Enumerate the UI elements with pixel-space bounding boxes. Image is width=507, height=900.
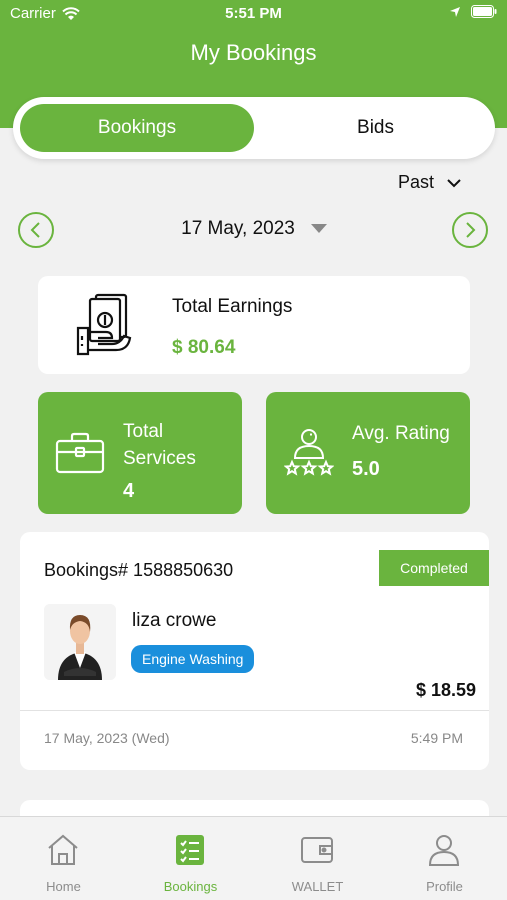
next-date-button[interactable] [452, 212, 488, 248]
total-services-card: Total Services 4 [38, 392, 242, 514]
service-tag: Engine Washing [131, 645, 255, 673]
briefcase-icon [55, 432, 105, 474]
tab-bookings-nav[interactable]: Bookings [127, 817, 254, 900]
bookings-list-icon [176, 835, 204, 865]
booking-number: Bookings# 1588850630 [44, 560, 234, 580]
status-badge: Completed [379, 550, 489, 586]
location-arrow-icon [450, 6, 460, 17]
booking-time: 5:49 PM [410, 730, 463, 746]
status-bar: Carrier 5:51 PM [0, 0, 507, 28]
tab-home-label: Home [46, 879, 81, 894]
date-navigator: 17 May, 2023 [18, 210, 490, 250]
booking-card[interactable]: Bookings# 1588850630 Completed liza crow… [20, 532, 489, 770]
booking-date: 17 May, 2023 (Wed) [44, 730, 170, 746]
total-earnings-label: Total Earnings [172, 296, 293, 317]
tab-bookings[interactable]: Bookings [20, 104, 254, 152]
profile-icon [428, 835, 460, 866]
user-rating-icon [284, 429, 334, 476]
chevron-down-icon [447, 178, 461, 187]
avg-rating-card: Avg. Rating 5.0 [266, 392, 470, 514]
total-earnings-value: $ 80.64 [172, 337, 236, 358]
wallet-icon [301, 837, 333, 863]
total-earnings-card: Total Earnings $ 80.64 [38, 276, 470, 374]
status-time: 5:51 PM [225, 5, 282, 22]
total-services-label: Total Services [123, 418, 196, 472]
customer-name: liza crowe [132, 610, 217, 631]
tab-bids[interactable]: Bids [263, 104, 488, 152]
status-right [449, 5, 497, 18]
booking-price: $ 18.59 [415, 680, 476, 700]
chevron-right-icon [466, 222, 476, 238]
home-icon [48, 834, 78, 865]
total-services-label-line2: Services [123, 448, 196, 469]
avg-rating-value: 5.0 [352, 458, 380, 480]
cash-in-hand-icon [76, 293, 132, 356]
tab-wallet-label: WALLET [291, 879, 344, 894]
period-filter-dropdown[interactable]: Past [398, 172, 462, 193]
page-title: My Bookings [190, 40, 317, 65]
segmented-control: Bookings Bids [13, 97, 495, 159]
caret-down-icon [310, 224, 327, 234]
period-filter-label: Past [397, 172, 434, 192]
tab-profile[interactable]: Profile [381, 817, 507, 900]
total-services-label-line1: Total [123, 421, 164, 442]
total-services-value: 4 [123, 480, 135, 502]
divider [20, 710, 489, 711]
avg-rating-label: Avg. Rating [352, 423, 450, 444]
tab-wallet[interactable]: WALLET [254, 817, 381, 900]
date-picker[interactable]: 17 May, 2023 [18, 218, 490, 240]
current-date: 17 May, 2023 [181, 218, 295, 239]
battery-icon [471, 5, 497, 18]
tab-bookings-nav-label: Bookings [163, 879, 218, 894]
bottom-tab-bar: Home Bookings WALLET Profile [0, 816, 507, 900]
tab-profile-label: Profile [426, 879, 463, 894]
avatar [44, 604, 116, 680]
tab-home[interactable]: Home [0, 817, 127, 900]
